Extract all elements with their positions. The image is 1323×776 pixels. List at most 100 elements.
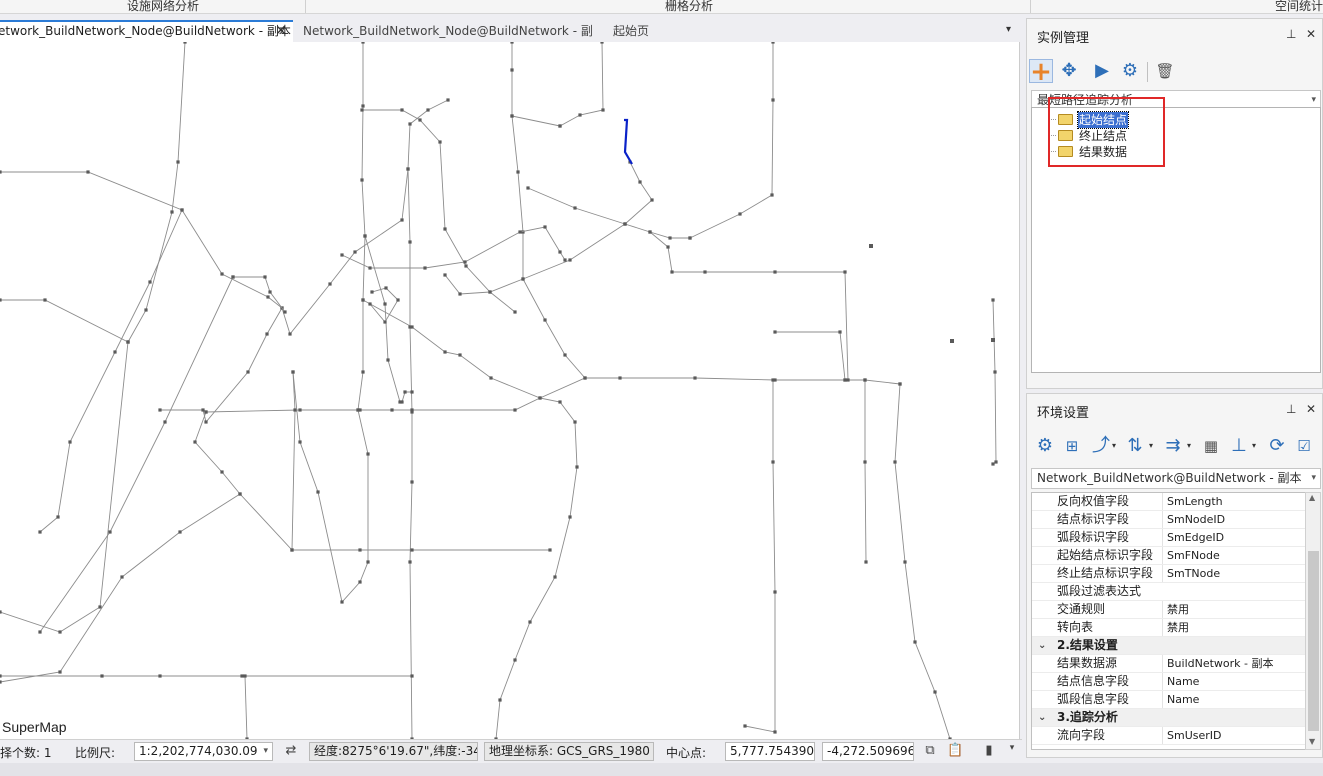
network-node[interactable] xyxy=(446,98,450,102)
network-map-canvas[interactable] xyxy=(0,42,1020,739)
network-node[interactable] xyxy=(204,410,208,414)
network-node[interactable] xyxy=(510,114,514,118)
network-node[interactable] xyxy=(220,470,224,474)
barrier-icon[interactable]: ▦ xyxy=(1199,434,1223,458)
ribbon-group-facility-network[interactable]: 设施网络分析 xyxy=(127,0,199,13)
ribbon-group-statistics[interactable]: 空间统计 xyxy=(1275,0,1323,13)
chevron-down-icon[interactable]: ▾ xyxy=(263,743,268,760)
network-node[interactable] xyxy=(268,290,272,294)
network-node[interactable] xyxy=(170,210,174,214)
network-node[interactable] xyxy=(193,440,197,444)
move-icon[interactable]: ✥ xyxy=(1057,59,1081,83)
network-node[interactable] xyxy=(538,396,542,400)
network-node[interactable] xyxy=(38,530,42,534)
network-node[interactable] xyxy=(650,198,654,202)
network-node[interactable] xyxy=(489,376,493,380)
network-node[interactable] xyxy=(410,674,414,678)
chevron-down-icon[interactable]: ⌄ xyxy=(1038,709,1046,726)
network-node[interactable] xyxy=(366,452,370,456)
network-node[interactable] xyxy=(148,280,152,284)
network-node[interactable] xyxy=(738,212,742,216)
network-node[interactable] xyxy=(238,492,242,496)
network-node[interactable] xyxy=(383,302,387,306)
network-node[interactable] xyxy=(543,318,547,322)
network-node[interactable] xyxy=(400,400,404,404)
grid-row[interactable]: 交通规则 禁用 xyxy=(1032,601,1305,619)
tab-map-active[interactable]: Network_BuildNetwork_Node@BuildNetwork -… xyxy=(0,20,293,42)
network-node[interactable] xyxy=(0,680,2,684)
grid-row-value[interactable]: SmNodeID xyxy=(1162,511,1305,528)
network-node[interactable] xyxy=(773,270,777,274)
network-node[interactable] xyxy=(183,42,187,44)
network-node[interactable] xyxy=(438,140,442,144)
pin-icon[interactable]: ⊥ xyxy=(1286,402,1296,416)
network-node[interactable] xyxy=(510,68,514,72)
grid-row-value[interactable]: Name xyxy=(1162,673,1305,690)
run-icon[interactable]: ▶ xyxy=(1090,59,1114,83)
network-node[interactable] xyxy=(361,298,365,302)
grid-row-value[interactable]: SmTNode xyxy=(1162,565,1305,582)
grid-row[interactable]: 结果数据源 BuildNetwork - 副本 xyxy=(1032,655,1305,673)
chevron-down-icon[interactable]: ▾ xyxy=(1006,24,1011,35)
network-node[interactable] xyxy=(370,290,374,294)
grid-row[interactable]: 弧段信息字段 Name xyxy=(1032,691,1305,709)
chevron-down-icon[interactable]: ▾ xyxy=(1139,434,1163,458)
network-node[interactable] xyxy=(521,277,525,281)
network-node[interactable] xyxy=(913,640,917,644)
network-node[interactable] xyxy=(443,350,447,354)
network-node[interactable] xyxy=(994,460,998,464)
add-icon[interactable]: + xyxy=(1029,59,1053,85)
network-node[interactable] xyxy=(0,298,2,302)
ribbon-group-raster[interactable]: 栅格分析 xyxy=(665,0,713,13)
grid-row[interactable]: 弧段过滤表达式 xyxy=(1032,583,1305,601)
network-node[interactable] xyxy=(578,113,582,117)
network-node[interactable] xyxy=(204,420,208,424)
network-node[interactable] xyxy=(773,590,777,594)
grid-row[interactable]: 转向表 禁用 xyxy=(1032,619,1305,637)
network-node[interactable] xyxy=(991,338,995,342)
network-node[interactable] xyxy=(316,490,320,494)
network-node[interactable] xyxy=(743,724,747,728)
network-node[interactable] xyxy=(670,270,674,274)
network-node[interactable] xyxy=(846,378,850,382)
network-node[interactable] xyxy=(396,298,400,302)
network-node[interactable] xyxy=(568,515,572,519)
network-node[interactable] xyxy=(991,298,995,302)
network-node[interactable] xyxy=(180,208,184,212)
network-node[interactable] xyxy=(86,170,90,174)
network-node[interactable] xyxy=(361,42,365,44)
network-node[interactable] xyxy=(293,408,297,412)
grid-row[interactable]: 终止结点标识字段 SmTNode xyxy=(1032,565,1305,583)
network-node[interactable] xyxy=(231,275,235,279)
network-node[interactable] xyxy=(266,295,270,299)
network-node[interactable] xyxy=(903,560,907,564)
network-node[interactable] xyxy=(360,108,364,112)
copy-icon[interactable]: ⧉ xyxy=(922,743,938,759)
network-node[interactable] xyxy=(458,353,462,357)
network-node[interactable] xyxy=(843,378,847,382)
network-node[interactable] xyxy=(340,600,344,604)
network-node[interactable] xyxy=(298,440,302,444)
network-node[interactable] xyxy=(563,353,567,357)
network-node[interactable] xyxy=(863,460,867,464)
network-node[interactable] xyxy=(58,670,62,674)
network-node[interactable] xyxy=(100,674,104,678)
network-node[interactable] xyxy=(513,658,517,662)
settings-icon[interactable]: ⚙ xyxy=(1033,434,1057,458)
network-node[interactable] xyxy=(950,339,954,343)
network-node[interactable] xyxy=(68,440,72,444)
grid-row-value[interactable]: SmFNode xyxy=(1162,547,1305,564)
scale-combo[interactable]: 1:2,202,774,030.09 ▾ xyxy=(134,742,273,761)
network-node[interactable] xyxy=(418,118,422,122)
network-node[interactable] xyxy=(863,378,867,382)
network-node[interactable] xyxy=(513,408,517,412)
network-node[interactable] xyxy=(771,378,775,382)
network-node[interactable] xyxy=(360,178,364,182)
network-node[interactable] xyxy=(601,108,605,112)
network-node[interactable] xyxy=(543,225,547,229)
network-node[interactable] xyxy=(201,408,205,412)
network-node[interactable] xyxy=(771,42,775,44)
network-node[interactable] xyxy=(158,674,162,678)
network-node[interactable] xyxy=(403,390,407,394)
network-node[interactable] xyxy=(400,108,404,112)
